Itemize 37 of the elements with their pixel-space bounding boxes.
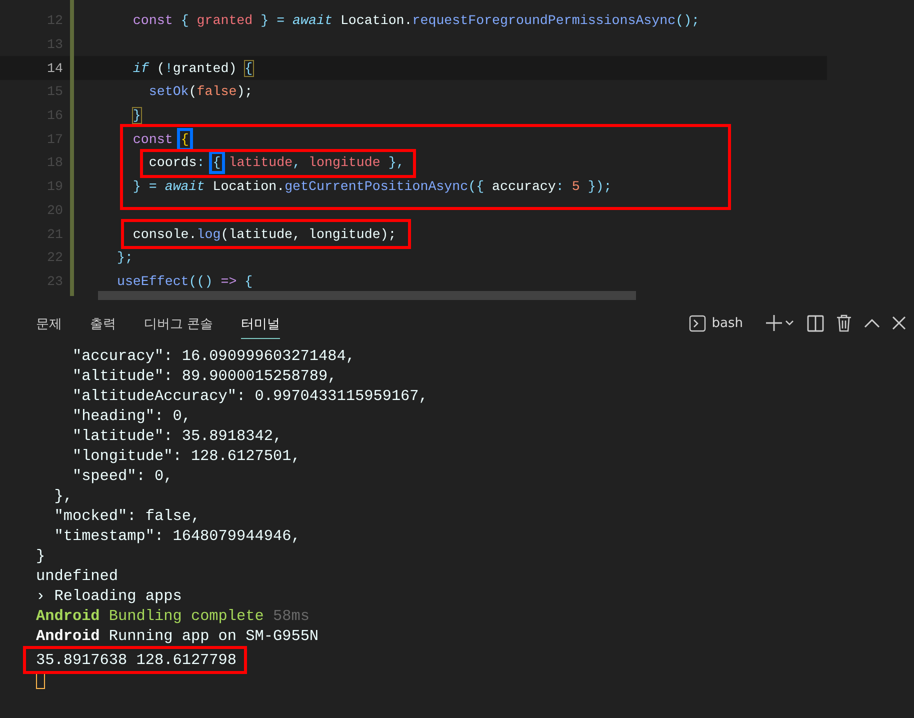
terminal-line: "timestamp": 1648079944946,	[53, 526, 300, 546]
panel-tab[interactable]: 출력	[90, 307, 116, 339]
code-line: if (!granted) {	[132, 60, 253, 76]
panel-tab[interactable]: 문제	[36, 307, 62, 339]
chevron-up-icon[interactable]	[864, 318, 880, 328]
terminal-line: "latitude": 35.8918342,	[71, 426, 282, 446]
terminal-line: Android Bundling complete 58ms	[36, 606, 310, 626]
split-icon[interactable]	[807, 314, 824, 332]
panel-tab[interactable]: 터미널	[241, 307, 280, 339]
terminal-line: "mocked": false,	[53, 506, 200, 526]
terminal-line: "speed": 0,	[71, 466, 173, 486]
trash-icon[interactable]	[836, 314, 852, 332]
code-line: useEffect(() => {	[116, 274, 253, 289]
code-line: };	[116, 250, 133, 266]
panel-tab[interactable]: 디버그 콘솔	[144, 307, 214, 339]
code-line: setOk(false);	[148, 84, 253, 100]
terminal-line: undefined	[36, 566, 118, 586]
close-icon[interactable]	[892, 316, 906, 330]
terminal-cursor	[36, 672, 45, 689]
code-line: console.log(latitude, longitude);	[132, 226, 396, 242]
code-line: }	[132, 108, 141, 124]
add-terminal-icon[interactable]	[765, 314, 795, 332]
terminal-line: },	[53, 486, 72, 506]
terminal-line: "heading": 0,	[71, 406, 191, 426]
terminal-line: "altitude": 89.9000015258789,	[71, 366, 337, 386]
line-number: 14	[46, 60, 63, 76]
terminal-line: "accuracy": 16.090999603271484,	[71, 346, 355, 366]
terminal-line: "longitude": 128.6127501,	[71, 446, 300, 466]
scrollbar[interactable]	[98, 291, 636, 300]
terminal-shell-button[interactable]: bash	[688, 314, 743, 332]
terminal-line: › Reloading apps	[36, 586, 182, 606]
terminal-line: "altitudeAccuracy": 0.9970433115959167,	[71, 386, 428, 406]
terminal-line: Android Running app on SM-G955N	[36, 626, 319, 646]
terminal-icon	[688, 314, 706, 332]
terminal-line: }	[36, 546, 46, 566]
code-line: const { granted } = await Location.requestForegroundPermissionsAsync();	[132, 13, 700, 28]
code-line: } = await Location.getCurrentPositionAsync({ accuracy: 5 });	[132, 179, 612, 194]
